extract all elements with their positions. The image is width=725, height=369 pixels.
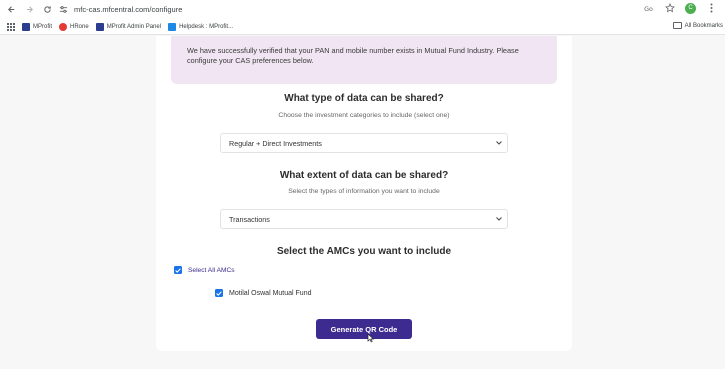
amc-label: Motilal Oswal Mutual Fund [229, 289, 312, 297]
back-icon[interactable] [4, 3, 18, 17]
cas-config-card: We have successfully verified that your … [156, 36, 572, 351]
select-all-checkbox[interactable] [174, 266, 182, 274]
mprofit-favicon [22, 22, 30, 31]
bookmark-label: Helpdesk : MProfit... [179, 23, 234, 30]
mouse-pointer-icon [367, 330, 375, 343]
browser-toolbar: mfc-cas.mfcentral.com/configure Go C [0, 0, 725, 19]
bookmark-label: MProfit [33, 23, 53, 30]
chevron-down-icon [495, 139, 503, 147]
verification-notice: We have successfully verified that your … [171, 36, 557, 84]
amcs-title: Select the AMCs you want to include [276, 246, 452, 257]
select-all-amcs-row[interactable]: Select All AMCs [174, 266, 235, 274]
bookmark-hrone[interactable]: HRone [59, 22, 89, 31]
notice-text: We have successfully verified that your … [187, 46, 519, 65]
url-text: mfc-cas.mfcentral.com/configure [74, 5, 183, 14]
bookmarks-bar: MProfit HRone MProfit Admin Panel Helpde… [0, 19, 725, 35]
amc-checkbox[interactable] [215, 289, 223, 297]
reload-icon[interactable] [40, 3, 54, 17]
translate-icon[interactable]: Go [643, 2, 655, 14]
data-extent-subtitle: Select the types of information you want… [288, 188, 440, 195]
mprofit-admin-favicon [95, 22, 104, 31]
menu-dots-icon[interactable] [705, 2, 717, 14]
all-bookmarks[interactable]: All Bookmarks [672, 22, 723, 29]
bookmark-label: HRone [70, 23, 89, 30]
data-type-subtitle: Choose the investment categories to incl… [278, 112, 450, 119]
data-type-selected-value: Regular + Direct Investments [229, 138, 322, 148]
profile-avatar[interactable]: C [685, 2, 696, 14]
data-type-title: What type of data can be shared? [284, 93, 444, 104]
bookmark-star-icon[interactable] [664, 2, 676, 14]
svg-text:Go: Go [644, 6, 653, 13]
bookmark-mprofit[interactable]: MProfit [22, 22, 53, 31]
data-extent-title: What extent of data can be shared? [279, 170, 449, 181]
data-extent-selected-value: Transactions [229, 214, 270, 224]
data-type-select[interactable]: Regular + Direct Investments [220, 133, 508, 153]
data-extent-select[interactable]: Transactions [220, 209, 508, 229]
helpdesk-favicon [168, 22, 177, 31]
bookmark-label: MProfit Admin Panel [106, 23, 162, 30]
bookmark-helpdesk[interactable]: Helpdesk : MProfit... [168, 22, 234, 31]
apps-grid-icon[interactable] [7, 22, 15, 31]
bookmark-mprofit-admin[interactable]: MProfit Admin Panel [95, 22, 162, 31]
amc-item-motilal-oswal[interactable]: Motilal Oswal Mutual Fund [215, 289, 311, 297]
address-bar[interactable]: mfc-cas.mfcentral.com/configure [58, 2, 182, 17]
chevron-down-icon [495, 215, 503, 223]
generate-qr-button[interactable]: Generate QR Code [316, 319, 412, 339]
forward-icon[interactable] [22, 3, 36, 17]
site-settings-icon[interactable] [58, 5, 68, 15]
all-bookmarks-label: All Bookmarks [684, 22, 723, 29]
folder-icon [672, 22, 682, 29]
select-all-label: Select All AMCs [188, 266, 235, 274]
hrone-favicon [59, 22, 68, 31]
